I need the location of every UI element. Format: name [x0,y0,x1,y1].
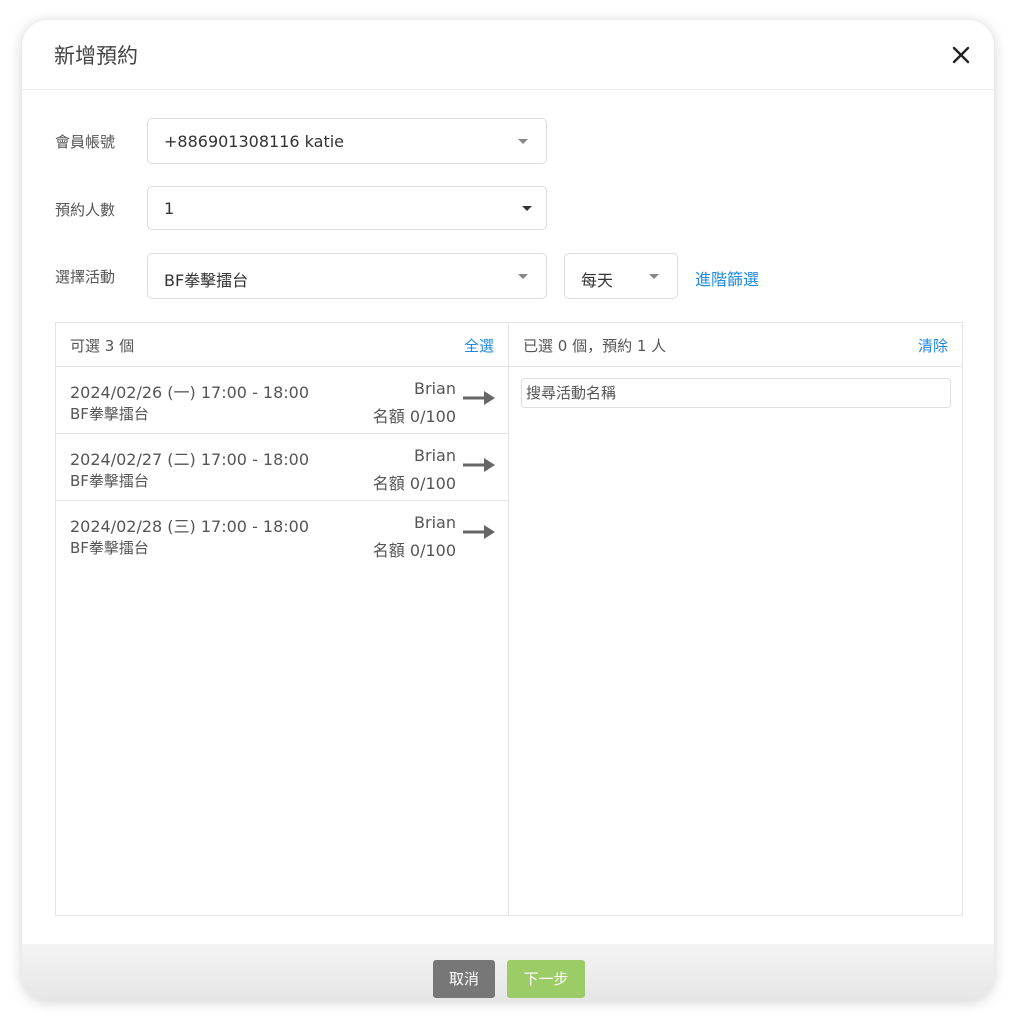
selected-header: 已選 0 個，預約 1 人 清除 [509,323,962,367]
session-activity: BF拳擊擂台 [70,539,149,557]
cancel-button[interactable]: 取消 [433,960,495,998]
available-count: 可選 3 個 [70,337,135,355]
session-activity: BF拳擊擂台 [70,472,149,490]
member-value: +886901308116 katie [164,132,344,151]
frequency-value: 每天 [581,271,614,290]
session-activity: BF拳擊擂台 [70,405,149,423]
activity-value: BF拳擊擂台 [164,271,249,290]
new-booking-dialog: 新增預約 會員帳號 +886901308116 katie 預約人數 1 選擇活… [22,20,994,1000]
list-item[interactable]: 2024/02/28 (三) 17:00 - 18:00 BF拳擊擂台 Bria… [56,501,508,568]
arrow-right-icon[interactable] [462,388,496,408]
chevron-down-icon [518,274,528,279]
people-value: 1 [164,199,175,218]
selected-count: 已選 0 個，預約 1 人 [523,337,667,355]
session-quota: 名額 0/100 [372,407,456,426]
list-item[interactable]: 2024/02/27 (二) 17:00 - 18:00 BF拳擊擂台 Bria… [56,434,508,501]
people-select[interactable]: 1 [147,186,547,230]
people-row: 預約人數 1 [22,186,994,232]
select-all-link[interactable]: 全選 [464,335,494,356]
session-picker: 可選 3 個 全選 2024/02/26 (一) 17:00 - 18:00 B… [55,322,963,916]
member-label: 會員帳號 [55,133,116,151]
chevron-down-icon [518,139,528,144]
available-panel: 可選 3 個 全選 2024/02/26 (一) 17:00 - 18:00 B… [56,323,509,915]
session-coach: Brian [414,513,456,532]
activity-select[interactable]: BF拳擊擂台 [147,253,547,299]
session-quota: 名額 0/100 [372,474,456,493]
session-coach: Brian [414,379,456,398]
member-select[interactable]: +886901308116 katie [147,118,547,164]
session-date: 2024/02/27 (二) 17:00 - 18:00 [70,450,310,469]
session-quota: 名額 0/100 [372,541,456,560]
clear-link[interactable]: 清除 [918,335,948,356]
activity-row: 選擇活動 BF拳擊擂台 每天 進階篩選 [22,253,994,299]
dialog-footer: 取消 下一步 [22,944,994,1000]
member-row: 會員帳號 +886901308116 katie [22,118,994,164]
search-activity-input[interactable] [521,378,951,408]
dialog-header: 新增預約 [22,20,994,90]
arrow-right-icon[interactable] [462,455,496,475]
people-label: 預約人數 [55,201,116,219]
activity-label: 選擇活動 [55,268,116,286]
chevron-down-icon [649,274,659,279]
chevron-down-icon [522,206,532,211]
close-icon[interactable] [948,42,974,68]
arrow-right-icon[interactable] [462,522,496,542]
dialog-title: 新增預約 [54,44,138,68]
list-item[interactable]: 2024/02/26 (一) 17:00 - 18:00 BF拳擊擂台 Bria… [56,367,508,434]
available-header: 可選 3 個 全選 [56,323,508,367]
selected-panel: 已選 0 個，預約 1 人 清除 [509,323,962,915]
session-date: 2024/02/28 (三) 17:00 - 18:00 [70,517,310,536]
session-coach: Brian [414,446,456,465]
next-step-button[interactable]: 下一步 [507,960,585,998]
frequency-select[interactable]: 每天 [564,253,678,299]
session-date: 2024/02/26 (一) 17:00 - 18:00 [70,383,310,402]
advanced-filter-link[interactable]: 進階篩選 [695,266,759,290]
